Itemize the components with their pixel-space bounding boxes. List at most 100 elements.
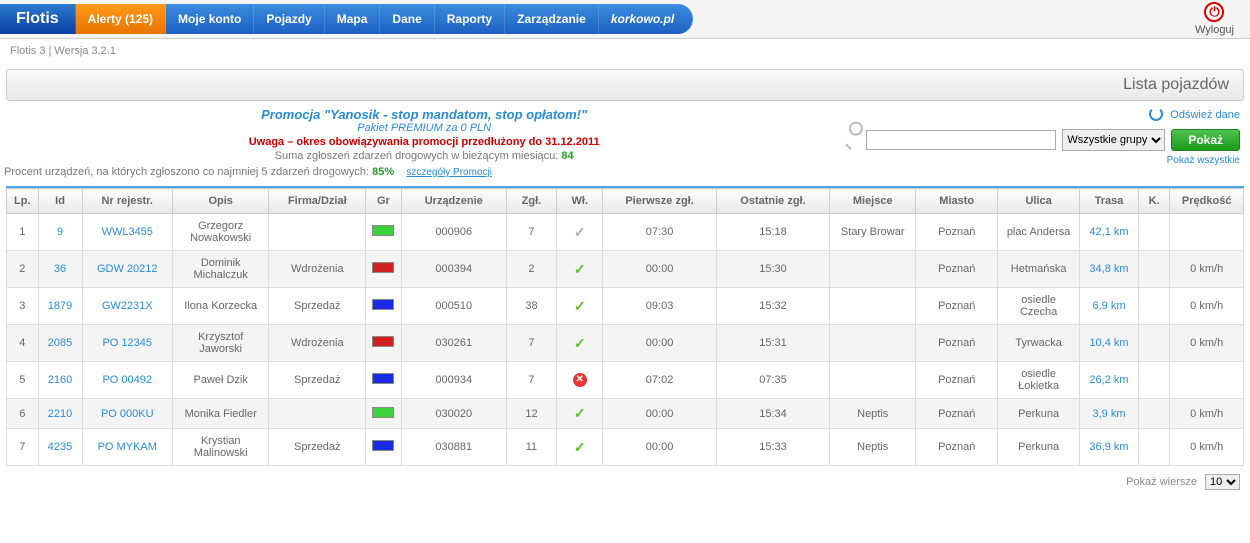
alerts-tab[interactable]: Alerty (125) bbox=[76, 4, 166, 34]
cell-nr[interactable]: PO 000KU bbox=[82, 399, 172, 429]
cell-id[interactable]: 2160 bbox=[38, 362, 82, 399]
cell-id[interactable]: 36 bbox=[38, 251, 82, 288]
th-tr[interactable]: Trasa bbox=[1080, 189, 1139, 214]
cell-nr[interactable]: GDW 20212 bbox=[82, 251, 172, 288]
check-icon: ✓ bbox=[574, 439, 586, 455]
cell-nr[interactable]: PO 12345 bbox=[82, 325, 172, 362]
error-icon: ✕ bbox=[573, 373, 587, 387]
table-row: 4 2085 PO 12345 Krzysztof Jaworski Wdroż… bbox=[7, 325, 1244, 362]
cell-fd: Sprzedaż bbox=[269, 362, 366, 399]
group-swatch bbox=[372, 440, 394, 451]
cell-ul: Perkuna bbox=[998, 429, 1080, 466]
group-swatch bbox=[372, 299, 394, 310]
cell-nr[interactable]: WWL3455 bbox=[82, 214, 172, 251]
cell-gr bbox=[366, 214, 402, 251]
pojazdy-tab[interactable]: Pojazdy bbox=[254, 4, 324, 34]
cell-pz: 00:00 bbox=[603, 429, 716, 466]
cell-tr[interactable]: 26,2 km bbox=[1080, 362, 1139, 399]
cell-oz: 07:35 bbox=[716, 362, 829, 399]
cell-nr[interactable]: PO MYKAM bbox=[82, 429, 172, 466]
th-nr[interactable]: Nr rejestr. bbox=[82, 189, 172, 214]
cell-ms: Poznań bbox=[916, 362, 998, 399]
th-ul[interactable]: Ulica bbox=[998, 189, 1080, 214]
mapa-tab[interactable]: Mapa bbox=[325, 4, 381, 34]
cell-id[interactable]: 4235 bbox=[38, 429, 82, 466]
cell-tr[interactable]: 10,4 km bbox=[1080, 325, 1139, 362]
cell-fd bbox=[269, 214, 366, 251]
show-button[interactable]: Pokaż bbox=[1171, 129, 1240, 151]
table-row: 6 2210 PO 000KU Monika Fiedler 030020 12… bbox=[7, 399, 1244, 429]
dane-tab[interactable]: Dane bbox=[380, 4, 434, 34]
promo-details-link[interactable]: szczegóły Promocji bbox=[406, 167, 492, 178]
cell-fd: Wdrożenia bbox=[269, 325, 366, 362]
cell-zg: 11 bbox=[506, 429, 556, 466]
th-lp[interactable]: Lp. bbox=[7, 189, 39, 214]
cell-lp: 5 bbox=[7, 362, 39, 399]
korkowo-tab[interactable]: korkowo.pl bbox=[599, 4, 693, 34]
show-all-link[interactable]: Pokaż wszystkie bbox=[838, 155, 1240, 166]
cell-mi: Neptis bbox=[830, 399, 916, 429]
cell-tr[interactable]: 3,9 km bbox=[1080, 399, 1139, 429]
group-select[interactable]: Wszystkie grupy bbox=[1062, 129, 1165, 151]
cell-ul: plac Andersa bbox=[998, 214, 1080, 251]
cell-wl: ✓ bbox=[557, 251, 603, 288]
raporty-tab[interactable]: Raporty bbox=[435, 4, 505, 34]
cell-gr bbox=[366, 288, 402, 325]
konto-tab[interactable]: Moje konto bbox=[166, 4, 254, 34]
cell-tr[interactable]: 42,1 km bbox=[1080, 214, 1139, 251]
promo-sum-prefix: Suma zgłoszeń zdarzeń drogowych w bieżąc… bbox=[275, 150, 562, 162]
cell-gr bbox=[366, 251, 402, 288]
th-pz[interactable]: Pierwsze zgł. bbox=[603, 189, 716, 214]
refresh-link[interactable]: Odśwież dane bbox=[1170, 109, 1240, 121]
logout-button[interactable]: ⏻ Wyloguj bbox=[1191, 0, 1238, 38]
cell-tr[interactable]: 36,9 km bbox=[1080, 429, 1139, 466]
brand-tab[interactable]: Flotis bbox=[0, 4, 76, 34]
th-k[interactable]: K. bbox=[1138, 189, 1170, 214]
cell-tr[interactable]: 34,8 km bbox=[1080, 251, 1139, 288]
cell-nr[interactable]: PO 00492 bbox=[82, 362, 172, 399]
logout-label: Wyloguj bbox=[1195, 24, 1234, 36]
cell-oz: 15:33 bbox=[716, 429, 829, 466]
cell-id[interactable]: 2210 bbox=[38, 399, 82, 429]
th-fd[interactable]: Firma/Dział bbox=[269, 189, 366, 214]
cell-zg: 7 bbox=[506, 325, 556, 362]
cell-lp: 7 bbox=[7, 429, 39, 466]
cell-id[interactable]: 1879 bbox=[38, 288, 82, 325]
footer: Pokaż wiersze 10 bbox=[0, 466, 1250, 498]
th-pr[interactable]: Prędkość bbox=[1170, 189, 1244, 214]
th-ur[interactable]: Urządzenie bbox=[401, 189, 506, 214]
tabs: Flotis Alerty (125) Moje konto Pojazdy M… bbox=[0, 4, 693, 34]
cell-fd: Sprzedaż bbox=[269, 288, 366, 325]
cell-pz: 09:03 bbox=[603, 288, 716, 325]
table-row: 1 9 WWL3455 Grzegorz Nowakowski 000906 7… bbox=[7, 214, 1244, 251]
cell-op: Paweł Dzik bbox=[172, 362, 269, 399]
cell-pr: 0 km/h bbox=[1170, 429, 1244, 466]
page-title: Lista pojazdów bbox=[6, 69, 1244, 101]
th-ms[interactable]: Miasto bbox=[916, 189, 998, 214]
cell-nr[interactable]: GW2231X bbox=[82, 288, 172, 325]
th-oz[interactable]: Ostatnie zgł. bbox=[716, 189, 829, 214]
zarzadzanie-tab[interactable]: Zarządzanie bbox=[505, 4, 599, 34]
cell-pr bbox=[1170, 214, 1244, 251]
cell-ur: 000934 bbox=[401, 362, 506, 399]
th-gr[interactable]: Gr bbox=[366, 189, 402, 214]
cell-pr: 0 km/h bbox=[1170, 325, 1244, 362]
table-row: 2 36 GDW 20212 Dominik Michalczuk Wdroże… bbox=[7, 251, 1244, 288]
th-op[interactable]: Opis bbox=[172, 189, 269, 214]
cell-pz: 07:02 bbox=[603, 362, 716, 399]
th-zg[interactable]: Zgł. bbox=[506, 189, 556, 214]
cell-ul: Hetmańska bbox=[998, 251, 1080, 288]
cell-id[interactable]: 2085 bbox=[38, 325, 82, 362]
rows-select[interactable]: 10 bbox=[1205, 474, 1240, 490]
cell-id[interactable]: 9 bbox=[38, 214, 82, 251]
cell-pz: 00:00 bbox=[603, 399, 716, 429]
cell-oz: 15:31 bbox=[716, 325, 829, 362]
th-id[interactable]: Id bbox=[38, 189, 82, 214]
search-input[interactable] bbox=[866, 130, 1056, 150]
promo-sum: Suma zgłoszeń zdarzeń drogowych w bieżąc… bbox=[10, 150, 838, 162]
th-wl[interactable]: Wł. bbox=[557, 189, 603, 214]
th-mi[interactable]: Miejsce bbox=[830, 189, 916, 214]
cell-zg: 38 bbox=[506, 288, 556, 325]
group-swatch bbox=[372, 407, 394, 418]
cell-tr[interactable]: 6,9 km bbox=[1080, 288, 1139, 325]
